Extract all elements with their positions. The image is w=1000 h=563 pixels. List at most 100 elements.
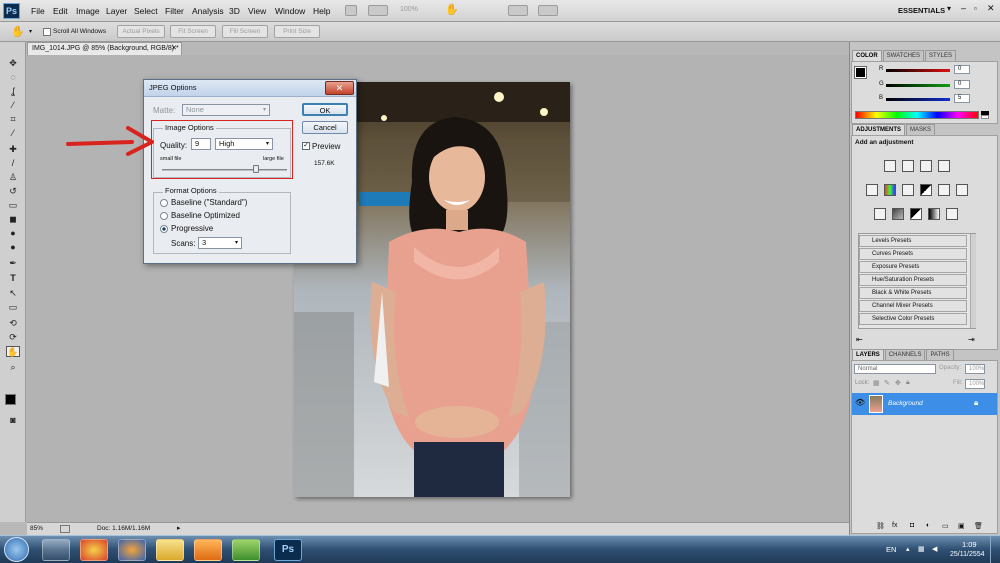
preview-checkbox[interactable]: ✓ — [302, 142, 310, 150]
lasso-tool-icon[interactable]: ʆ — [6, 86, 20, 97]
menu-layer[interactable]: Layer — [106, 6, 127, 16]
tab-styles[interactable]: STYLES — [925, 50, 957, 61]
language-indicator[interactable]: EN — [886, 545, 896, 554]
network-icon[interactable]: ▦ — [918, 545, 925, 553]
hand-tool-icon[interactable]: ✋ — [6, 346, 20, 357]
invert-icon[interactable] — [874, 208, 886, 220]
foreground-color-swatch[interactable] — [854, 66, 867, 79]
vibrance-icon[interactable] — [866, 184, 878, 196]
view-extras-icon[interactable] — [368, 5, 388, 16]
preset-levels[interactable]: Levels Presets — [859, 235, 967, 247]
show-desktop-button[interactable] — [990, 536, 1000, 563]
tab-color[interactable]: COLOR — [852, 50, 882, 61]
layer-row-background[interactable]: 👁︎ Background 🔒︎ — [852, 393, 997, 415]
red-channel-value[interactable]: 0 — [954, 65, 970, 74]
preset-black-white[interactable]: Black & White Presets — [859, 287, 967, 299]
close-icon[interactable]: ✕ — [987, 3, 995, 14]
menu-file[interactable]: File — [31, 6, 45, 16]
foreground-color-swatch[interactable] — [5, 394, 16, 405]
marquee-tool-icon[interactable]: ◌ — [6, 72, 20, 83]
eye-visibility-icon[interactable]: 👁︎ — [855, 398, 865, 407]
path-selection-tool-icon[interactable]: ↖ — [6, 288, 20, 299]
lock-pixels-icon[interactable]: ✎ — [884, 379, 890, 387]
cancel-button[interactable]: Cancel — [302, 121, 348, 134]
threshold-icon[interactable] — [910, 208, 922, 220]
gradient-tool-icon[interactable]: ◼ — [6, 214, 20, 225]
menu-view[interactable]: View — [248, 6, 266, 16]
progressive-radio[interactable] — [160, 225, 168, 233]
document-tab[interactable]: IMG_1014.JPG @ 85% (Background, RGB/8) *… — [27, 42, 182, 55]
fill-screen-button[interactable]: Fill Screen — [222, 25, 268, 38]
color-balance-icon[interactable] — [902, 184, 914, 196]
brush-tool-icon[interactable]: / — [6, 158, 20, 169]
lock-position-icon[interactable]: ✥ — [895, 379, 901, 387]
levels-icon[interactable] — [902, 160, 914, 172]
actual-pixels-button[interactable]: Actual Pixels — [117, 25, 165, 38]
trash-icon[interactable]: 🗑︎ — [974, 522, 983, 530]
lock-all-icon[interactable]: 🔒︎ — [906, 379, 910, 387]
crop-tool-icon[interactable]: ⌗ — [6, 114, 20, 125]
menu-analysis[interactable]: Analysis — [192, 6, 224, 16]
new-group-icon[interactable]: ▭ — [942, 522, 949, 530]
eyedropper-tool-icon[interactable]: ⁄ — [6, 128, 20, 139]
layer-style-icon[interactable]: fx — [892, 522, 897, 529]
preset-hue-saturation[interactable]: Hue/Saturation Presets — [859, 274, 967, 286]
white-swatch[interactable] — [981, 115, 989, 119]
tab-layers[interactable]: LAYERS — [852, 349, 884, 360]
dodge-tool-icon[interactable]: ● — [6, 242, 20, 253]
quick-select-tool-icon[interactable]: ⁄ — [6, 100, 20, 111]
opacity-field[interactable]: 100% — [965, 364, 985, 374]
clone-stamp-tool-icon[interactable]: ♙ — [6, 172, 20, 183]
exposure-icon[interactable] — [938, 160, 950, 172]
launch-bridge-icon[interactable] — [345, 5, 357, 16]
scroll-all-windows-checkbox[interactable] — [43, 28, 51, 36]
menu-window[interactable]: Window — [275, 6, 305, 16]
ok-button[interactable]: OK — [302, 103, 348, 116]
selective-color-icon[interactable] — [946, 208, 958, 220]
green-channel-slider[interactable] — [886, 84, 950, 87]
chevron-down-icon[interactable]: ▾ — [947, 4, 951, 13]
brightness-contrast-icon[interactable] — [884, 160, 896, 172]
volume-icon[interactable]: ◀ — [932, 545, 937, 553]
tab-masks[interactable]: MASKS — [906, 124, 936, 135]
messenger-icon[interactable] — [232, 539, 260, 561]
3d-orbit-tool-icon[interactable]: ⟳ — [6, 332, 20, 343]
close-icon[interactable]: ✕ — [171, 43, 177, 55]
chevron-right-icon[interactable]: ▸ — [177, 523, 181, 535]
preset-exposure[interactable]: Exposure Presets — [859, 261, 967, 273]
move-tool-icon[interactable]: ✥ — [6, 58, 20, 69]
history-brush-tool-icon[interactable]: ↺ — [6, 186, 20, 197]
posterize-icon[interactable] — [892, 208, 904, 220]
print-size-button[interactable]: Print Size — [274, 25, 320, 38]
firefox-icon[interactable] — [118, 539, 146, 561]
blur-tool-icon[interactable]: ● — [6, 228, 20, 239]
tray-arrow-icon[interactable]: ▴ — [906, 545, 910, 553]
status-menu-icon[interactable] — [60, 525, 70, 533]
type-tool-icon[interactable]: T — [6, 273, 20, 284]
pen-tool-icon[interactable]: ✒ — [6, 258, 20, 269]
eraser-tool-icon[interactable]: ▭ — [6, 200, 20, 211]
screen-mode-icon[interactable] — [538, 5, 558, 16]
workspace-switcher[interactable]: ESSENTIALS — [898, 6, 945, 15]
zoom-tool-icon[interactable]: ⌕ — [6, 362, 20, 373]
menu-edit[interactable]: Edit — [53, 6, 68, 16]
photoshop-taskbar-icon[interactable]: Ps — [274, 539, 302, 561]
chrome-icon[interactable] — [80, 539, 108, 561]
matte-select[interactable]: None ▾ — [182, 104, 270, 116]
restore-icon[interactable]: ▫ — [974, 4, 977, 13]
media-player-icon[interactable] — [194, 539, 222, 561]
tab-paths[interactable]: PATHS — [926, 349, 954, 360]
channel-mixer-icon[interactable] — [956, 184, 968, 196]
quick-mask-icon[interactable]: ◙ — [6, 415, 20, 426]
chevron-down-icon[interactable]: ▾ — [29, 28, 32, 35]
menu-help[interactable]: Help — [313, 6, 330, 16]
tab-adjustments[interactable]: ADJUSTMENTS — [852, 124, 906, 135]
layer-mask-icon[interactable]: ◘ — [910, 522, 914, 529]
link-layers-icon[interactable]: ⛓ — [876, 522, 885, 530]
menu-image[interactable]: Image — [76, 6, 100, 16]
red-channel-slider[interactable] — [886, 69, 950, 72]
zoom-level[interactable]: 100% — [400, 6, 418, 13]
file-explorer-icon[interactable] — [156, 539, 184, 561]
minimize-icon[interactable]: – — [961, 3, 966, 13]
curves-icon[interactable] — [920, 160, 932, 172]
